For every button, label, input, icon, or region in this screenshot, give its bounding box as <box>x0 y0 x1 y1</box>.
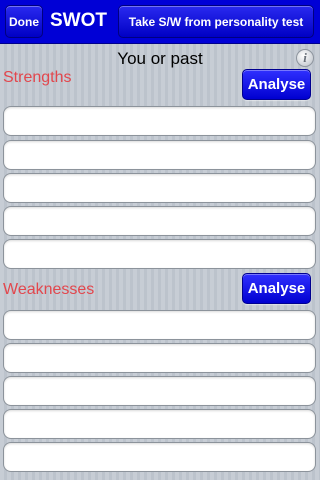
strength-field-4[interactable] <box>3 206 316 236</box>
analyse-strengths-button[interactable]: Analyse <box>242 69 311 100</box>
navigation-bar: Done SWOT Take S/W from personality test <box>0 0 320 44</box>
analyse-weaknesses-button[interactable]: Analyse <box>242 273 311 304</box>
subtitle: You or past <box>117 49 203 68</box>
weaknesses-label: Weaknesses <box>3 281 95 298</box>
weakness-field-5[interactable] <box>3 442 316 472</box>
weakness-field-2[interactable] <box>3 343 316 373</box>
page-title: SWOT <box>50 10 107 31</box>
strengths-label: Strengths <box>3 69 72 86</box>
weakness-field-1[interactable] <box>3 310 316 340</box>
strength-field-1[interactable] <box>3 106 316 136</box>
weakness-field-3[interactable] <box>3 376 316 406</box>
weakness-field-4[interactable] <box>3 409 316 439</box>
strength-field-5[interactable] <box>3 239 316 269</box>
strength-field-2[interactable] <box>3 140 316 170</box>
take-personality-test-button[interactable]: Take S/W from personality test <box>118 5 314 38</box>
info-icon[interactable]: i <box>296 49 314 67</box>
done-button[interactable]: Done <box>5 5 43 38</box>
strength-field-3[interactable] <box>3 173 316 203</box>
